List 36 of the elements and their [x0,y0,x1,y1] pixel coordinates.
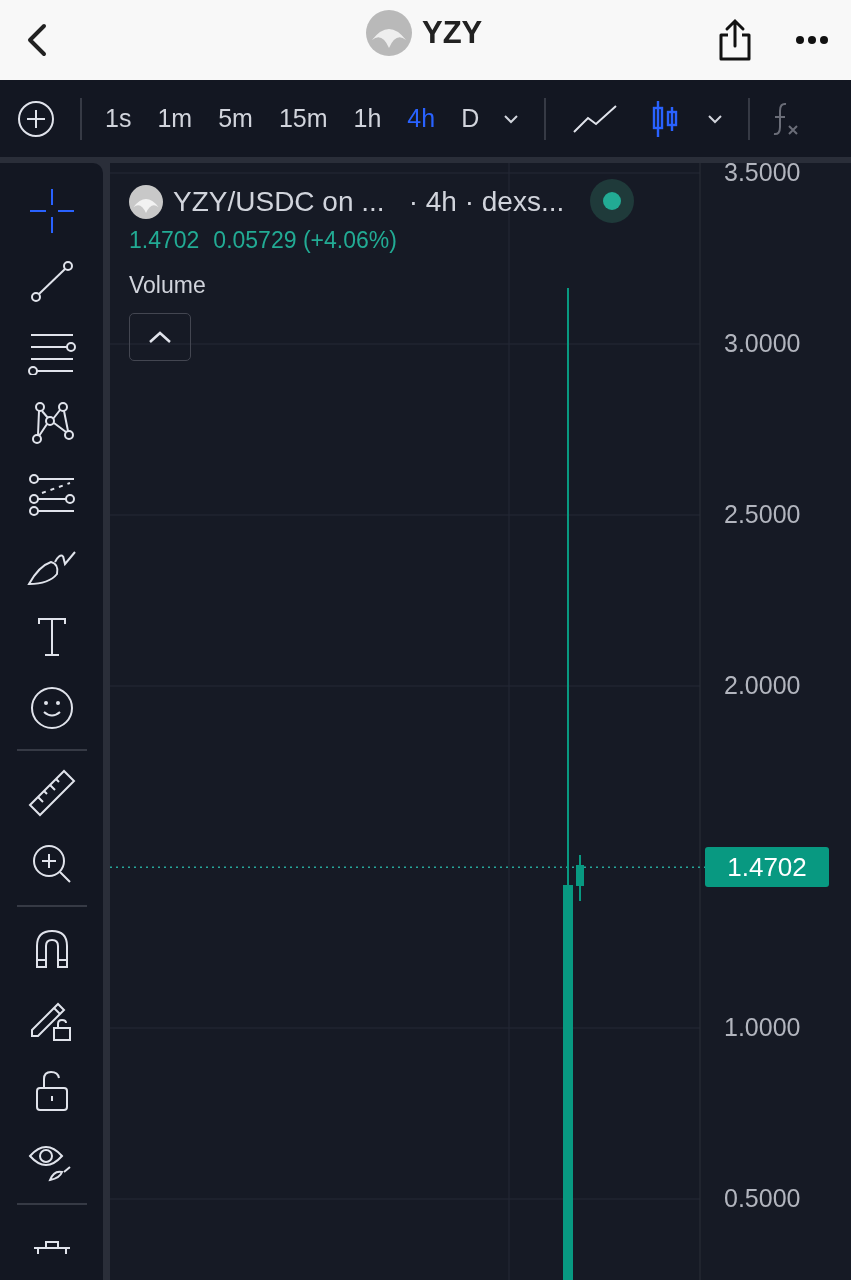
price-axis-label: 2.5000 [724,500,801,529]
forecast-lines-icon[interactable] [27,472,76,517]
price-axis-label: 2.0000 [724,671,801,700]
symbol-title[interactable]: YZY/USDC on ... [173,186,385,218]
interval-source: · 4h · dexs... [408,186,565,218]
timeframe-tab[interactable]: 1s [92,104,145,133]
chevron-up-icon [147,330,173,344]
unlock-icon[interactable] [33,1069,70,1112]
price-axis-label: 0.5000 [724,1184,801,1213]
price-axis-label: 3.0000 [724,329,801,358]
timeframe-tab[interactable]: 1m [144,104,206,133]
magnet-icon[interactable] [34,928,69,969]
timeframe-tab[interactable]: 4h [394,104,449,133]
more-button[interactable] [795,35,829,45]
smiley-icon[interactable] [29,685,74,730]
token-logo-icon [366,10,412,56]
price-value: 1.4702 [129,227,200,254]
timeframe-tab[interactable]: D [448,104,493,133]
price-axis-label: 1.0000 [724,1013,801,1042]
crosshair-icon[interactable] [27,186,76,235]
timeframe-tab[interactable]: 5m [205,104,266,133]
token-logo-icon [129,185,163,219]
zoom-in-icon[interactable] [31,843,72,884]
page-title: YZY [422,15,483,51]
trash-icon[interactable] [31,1239,72,1254]
trend-line-icon[interactable] [28,258,75,305]
collapse-button[interactable] [129,313,191,361]
price-change: 0.05729 (+4.06%) [213,227,397,254]
timeframe-tab[interactable]: 15m [265,104,341,133]
ruler-icon[interactable] [27,768,76,817]
last-price-tag: 1.4702 [705,847,829,888]
timeframe-tab[interactable]: 1h [340,104,395,133]
price-axis-label: 3.5000 [724,163,801,187]
live-status-icon [590,179,635,223]
indicator-label: Volume [129,272,206,299]
share-button[interactable] [717,18,753,62]
